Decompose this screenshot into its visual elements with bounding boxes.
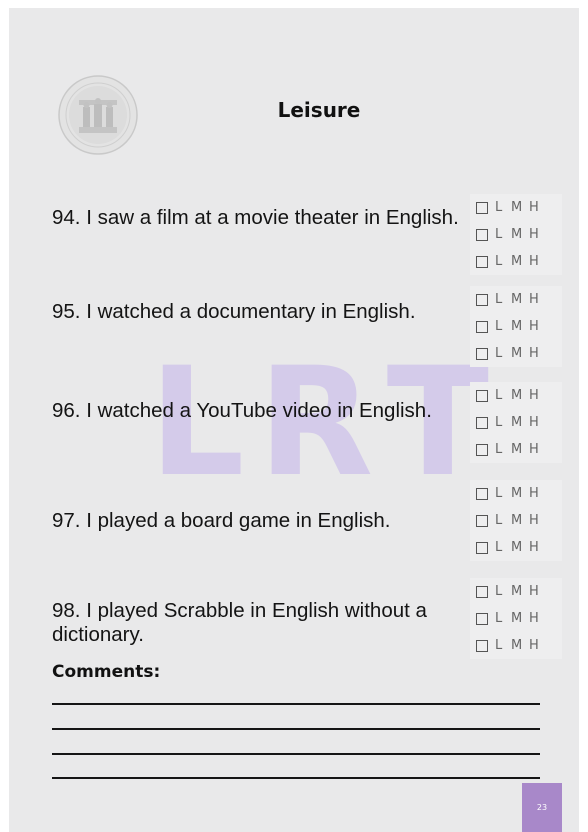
checkbox[interactable] (476, 612, 488, 625)
level-high: H (529, 254, 539, 269)
level-medium: M (511, 254, 523, 269)
level-low: L (495, 442, 503, 457)
rating-row[interactable]: L M H (470, 313, 562, 340)
question-97: 97. I played a board game in English. (52, 509, 391, 532)
level-low: L (495, 486, 503, 501)
checkbox[interactable] (476, 228, 488, 241)
level-medium: M (511, 638, 523, 653)
checkbox[interactable] (476, 541, 488, 554)
checkbox[interactable] (476, 293, 488, 306)
level-medium: M (511, 486, 523, 501)
level-low: L (495, 319, 503, 334)
rating-row[interactable]: L M H (470, 221, 562, 248)
level-medium: M (511, 388, 523, 403)
level-high: H (529, 442, 539, 457)
checkbox[interactable] (476, 443, 488, 456)
level-high: H (529, 540, 539, 555)
checkbox[interactable] (476, 389, 488, 402)
level-high: H (529, 346, 539, 361)
checkbox[interactable] (476, 201, 488, 214)
rating-row[interactable]: L M H (470, 286, 562, 313)
level-high: H (529, 584, 539, 599)
rating-options-97: L M H L M H L M H (470, 480, 562, 561)
level-high: H (529, 227, 539, 242)
level-high: H (529, 415, 539, 430)
level-low: L (495, 611, 503, 626)
question-98: 98. I played Scrabble in English without… (52, 599, 427, 646)
comment-line[interactable] (52, 703, 540, 705)
comment-line[interactable] (52, 753, 540, 755)
checkbox[interactable] (476, 639, 488, 652)
watermark-letter: L (149, 336, 245, 510)
rating-row[interactable]: L M H (470, 340, 562, 367)
level-low: L (495, 200, 503, 215)
rating-row[interactable]: L M H (470, 632, 562, 659)
level-low: L (495, 540, 503, 555)
level-high: H (529, 200, 539, 215)
level-high: H (529, 388, 539, 403)
rating-options-95: L M H L M H L M H (470, 286, 562, 367)
level-medium: M (511, 200, 523, 215)
page-number: 23 (536, 803, 548, 812)
level-low: L (495, 584, 503, 599)
comment-line[interactable] (52, 777, 540, 779)
question-96: 96. I watched a YouTube video in English… (52, 399, 432, 422)
comment-line[interactable] (52, 728, 540, 730)
level-medium: M (511, 513, 523, 528)
level-medium: M (511, 346, 523, 361)
level-medium: M (511, 442, 523, 457)
rating-row[interactable]: L M H (470, 507, 562, 534)
rating-row[interactable]: L M H (470, 436, 562, 463)
rating-row[interactable]: L M H (470, 382, 562, 409)
checkbox[interactable] (476, 255, 488, 268)
rating-row[interactable]: L M H (470, 605, 562, 632)
level-low: L (495, 254, 503, 269)
level-high: H (529, 638, 539, 653)
level-low: L (495, 638, 503, 653)
page-title: Leisure (277, 98, 361, 122)
level-medium: M (511, 319, 523, 334)
checkbox[interactable] (476, 320, 488, 333)
checkbox[interactable] (476, 585, 488, 598)
watermark: L R T (149, 348, 489, 498)
level-medium: M (511, 584, 523, 599)
rating-row[interactable]: L M H (470, 248, 562, 275)
level-medium: M (511, 292, 523, 307)
checkbox[interactable] (476, 487, 488, 500)
university-seal-icon (58, 75, 138, 155)
level-low: L (495, 227, 503, 242)
level-low: L (495, 415, 503, 430)
level-low: L (495, 292, 503, 307)
page-number-badge: 23 (522, 783, 562, 832)
checkbox[interactable] (476, 347, 488, 360)
level-low: L (495, 513, 503, 528)
checkbox[interactable] (476, 514, 488, 527)
watermark-letter: R (257, 336, 374, 510)
question-95: 95. I watched a documentary in English. (52, 300, 416, 323)
comments-label: Comments: (52, 662, 161, 682)
rating-options-94: L M H L M H L M H (470, 194, 562, 275)
level-low: L (495, 388, 503, 403)
checkbox[interactable] (476, 416, 488, 429)
level-low: L (495, 346, 503, 361)
rating-row[interactable]: L M H (470, 534, 562, 561)
rating-row[interactable]: L M H (470, 194, 562, 221)
rating-row[interactable]: L M H (470, 578, 562, 605)
level-high: H (529, 319, 539, 334)
level-high: H (529, 611, 539, 626)
level-high: H (529, 513, 539, 528)
rating-options-98: L M H L M H L M H (470, 578, 562, 659)
level-high: H (529, 486, 539, 501)
rating-options-96: L M H L M H L M H (470, 382, 562, 463)
document-page: L R T Leisure 94. I saw a film at a movi… (9, 8, 579, 832)
level-medium: M (511, 227, 523, 242)
rating-row[interactable]: L M H (470, 409, 562, 436)
question-94: 94. I saw a film at a movie theater in E… (52, 206, 459, 229)
level-medium: M (511, 540, 523, 555)
level-high: H (529, 292, 539, 307)
level-medium: M (511, 611, 523, 626)
rating-row[interactable]: L M H (470, 480, 562, 507)
level-medium: M (511, 415, 523, 430)
